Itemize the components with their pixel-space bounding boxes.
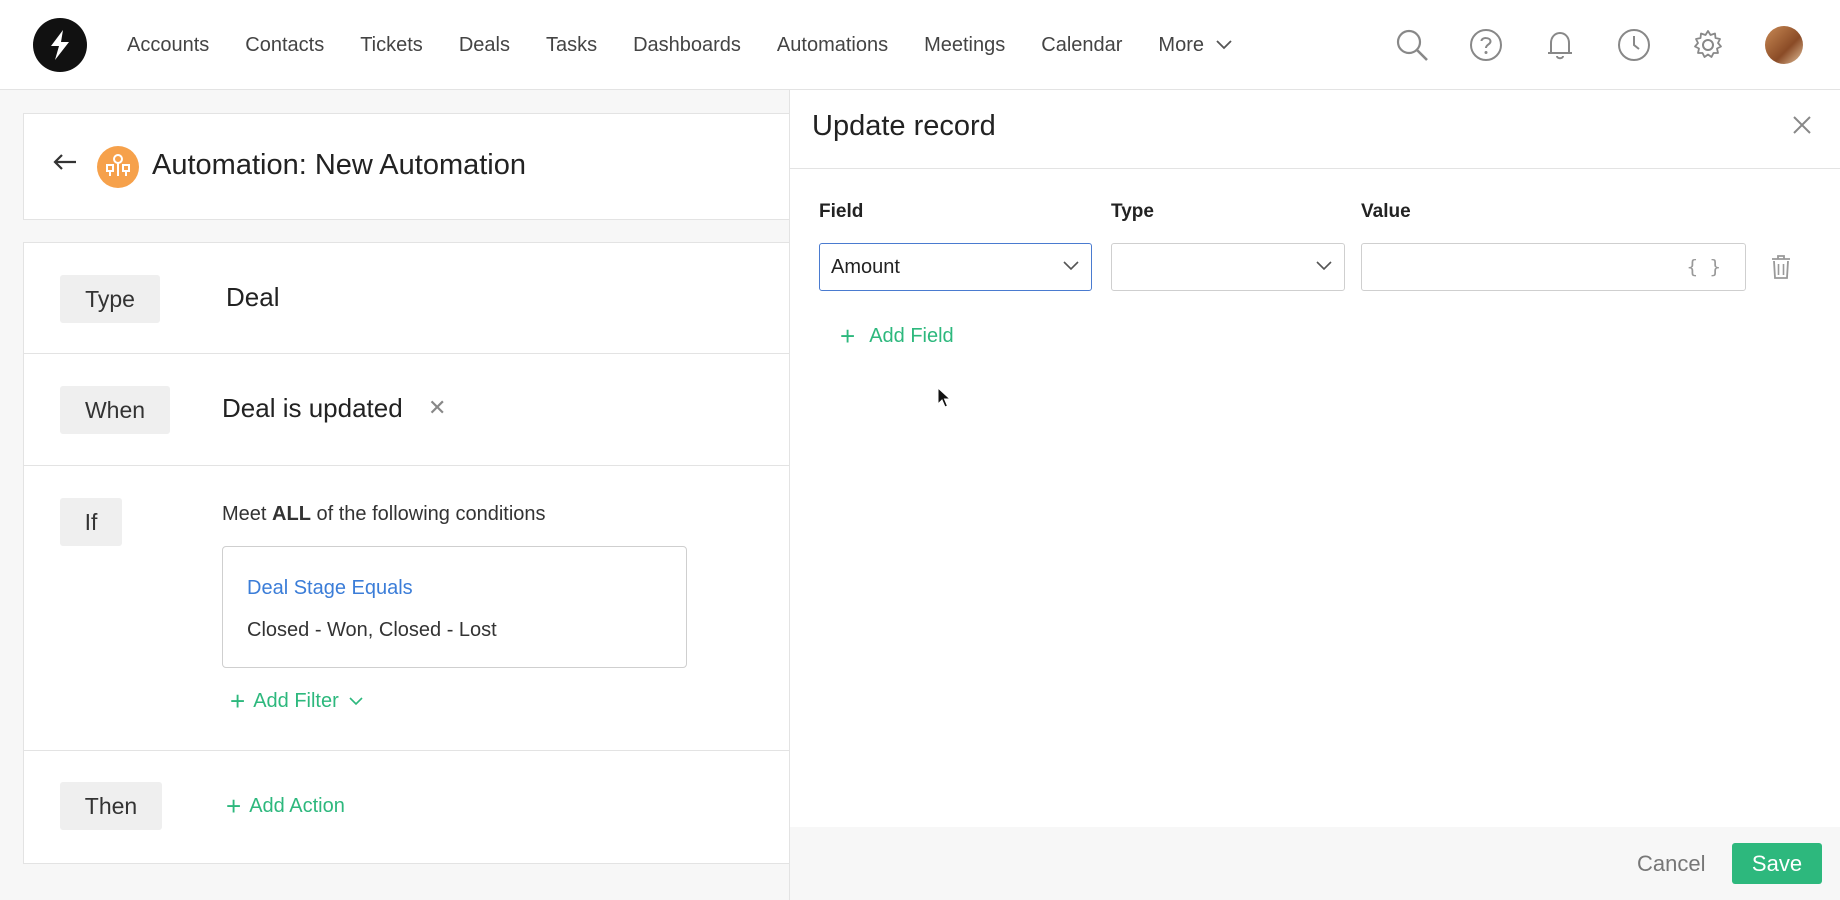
when-row: When Deal is updated ✕ [24, 354, 790, 466]
main-nav: Accounts Contacts Tickets Deals Tasks Da… [127, 0, 1268, 90]
bell-icon[interactable] [1543, 28, 1577, 62]
add-filter-label: Add Filter [253, 689, 339, 712]
nav-accounts[interactable]: Accounts [127, 34, 209, 57]
gear-icon[interactable] [1691, 28, 1725, 62]
drawer-title: Update record [812, 110, 996, 142]
trash-icon[interactable] [1770, 254, 1792, 280]
plus-icon: + [226, 791, 242, 821]
plus-icon: + [230, 686, 246, 716]
type-pill: Type [60, 275, 160, 323]
add-filter-button[interactable]: + Add Filter [230, 688, 363, 714]
page-title: Automation: New Automation [152, 149, 526, 181]
nav-more-label: More [1158, 33, 1204, 56]
update-record-drawer: Update record Field Type Value Amount { … [789, 90, 1840, 900]
mouse-cursor-icon [937, 387, 951, 408]
conditions-intro-pre: Meet [222, 503, 273, 525]
user-avatar[interactable] [1765, 26, 1803, 64]
save-button[interactable]: Save [1732, 843, 1822, 884]
add-action-button[interactable]: + Add Action [226, 793, 345, 819]
automation-badge [97, 146, 139, 188]
app-logo[interactable] [33, 18, 87, 72]
condition-title[interactable]: Deal Stage Equals [247, 577, 413, 600]
type-select[interactable] [1111, 243, 1345, 291]
conditions-intro-post: of the following conditions [310, 503, 546, 525]
nav-more[interactable]: More [1158, 34, 1232, 57]
conditions-match-mode[interactable]: ALL [272, 503, 311, 525]
type-column-label: Type [1111, 201, 1154, 222]
help-icon[interactable] [1469, 28, 1503, 62]
if-pill: If [60, 498, 122, 546]
nav-calendar[interactable]: Calendar [1041, 34, 1122, 57]
close-icon[interactable] [1791, 114, 1813, 136]
then-pill: Then [60, 782, 162, 830]
add-action-label: Add Action [249, 794, 345, 817]
condition-value: Closed - Won, Closed - Lost [247, 619, 497, 641]
nav-tasks[interactable]: Tasks [546, 34, 597, 57]
when-pill: When [60, 386, 170, 434]
cancel-button[interactable]: Cancel [1637, 851, 1705, 877]
type-value[interactable]: Deal [226, 282, 279, 313]
field-select-value: Amount [831, 256, 900, 278]
drawer-header: Update record [790, 90, 1840, 169]
when-value[interactable]: Deal is updated [222, 393, 403, 424]
field-column-label: Field [819, 201, 864, 222]
plus-icon: + [840, 321, 856, 351]
conditions-intro: Meet ALL of the following conditions [222, 503, 546, 526]
search-icon[interactable] [1395, 28, 1429, 62]
top-navbar: Accounts Contacts Tickets Deals Tasks Da… [0, 0, 1840, 90]
placeholder-variables-icon[interactable]: { } [1687, 256, 1721, 278]
logo-icon [51, 30, 69, 60]
nav-automations[interactable]: Automations [777, 34, 888, 57]
clock-icon[interactable] [1617, 28, 1651, 62]
automation-icon [106, 154, 130, 176]
add-field-button[interactable]: + Add Field [840, 323, 954, 349]
field-select[interactable]: Amount [819, 243, 1092, 291]
chevron-down-icon [1063, 261, 1079, 271]
if-row: If Meet ALL of the following conditions … [24, 466, 790, 751]
value-input[interactable]: { } [1361, 243, 1746, 291]
value-column-label: Value [1361, 201, 1411, 222]
then-row: Then + Add Action [24, 751, 790, 864]
add-field-label: Add Field [869, 324, 954, 347]
remove-trigger-button[interactable]: ✕ [428, 395, 446, 421]
drawer-footer: Cancel Save [790, 827, 1840, 900]
chevron-down-icon [1216, 40, 1232, 50]
type-row: Type Deal [24, 243, 790, 354]
automation-header: Automation: New Automation [23, 113, 789, 220]
condition-card[interactable]: Deal Stage Equals Closed - Won, Closed -… [222, 546, 687, 668]
chevron-down-icon [1316, 261, 1332, 271]
nav-meetings[interactable]: Meetings [924, 34, 1005, 57]
nav-dashboards[interactable]: Dashboards [633, 34, 741, 57]
chevron-down-icon [349, 696, 363, 705]
nav-deals[interactable]: Deals [459, 34, 510, 57]
nav-tickets[interactable]: Tickets [360, 34, 423, 57]
automation-rules: Type Deal When Deal is updated ✕ If Meet… [23, 242, 790, 864]
back-arrow-icon[interactable] [52, 152, 78, 172]
nav-contacts[interactable]: Contacts [245, 34, 324, 57]
